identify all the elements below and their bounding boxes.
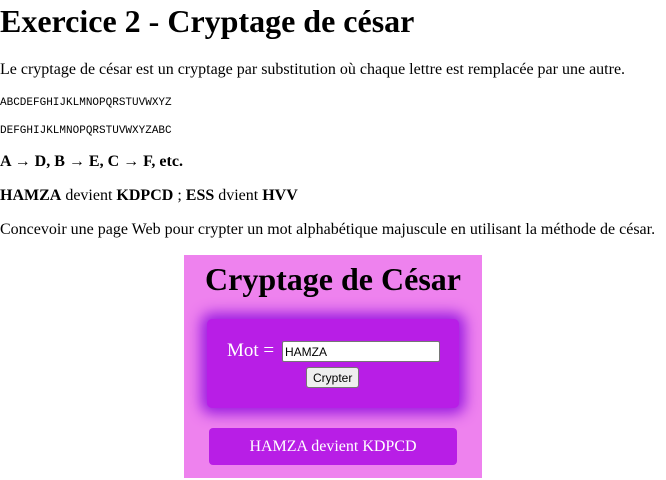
result-box: HAMZA devient KDPCD: [209, 428, 457, 465]
encrypt-button[interactable]: Crypter: [306, 367, 360, 388]
mapping-example: A → D, B → E, C → F, etc.: [0, 153, 183, 170]
cipher-form: Mot = Crypter: [207, 319, 459, 408]
word-label: Mot =: [227, 340, 275, 361]
example-separator: ;: [173, 187, 186, 204]
app-title: Cryptage de César: [205, 261, 461, 297]
instruction-paragraph: Concevoir une page Web pour crypter un m…: [0, 221, 656, 238]
exercise-page: Exercice 2 - Cryptage de césar Le crypta…: [0, 0, 666, 480]
page-title: Exercice 2 - Cryptage de césar: [0, 3, 415, 39]
example-text-1: devient: [61, 187, 117, 204]
example-line: HAMZA devient KDPCD ; ESS dvient HVV: [0, 186, 298, 205]
example-word-1: HAMZA: [0, 187, 62, 204]
alphabet-plain: ABCDEFGHIJKLMNOPQRSTUVWXYZ: [0, 97, 172, 109]
alphabet-shifted: DEFGHIJKLMNOPQRSTUVWXYZABC: [0, 125, 172, 137]
example-text-2: dvient: [214, 187, 263, 204]
word-input[interactable]: [282, 341, 440, 362]
cipher-app-card: Cryptage de César Mot = Crypter HAMZA de…: [184, 255, 482, 478]
example-word-2: ESS: [185, 187, 215, 204]
example-result-2: HVV: [262, 187, 298, 204]
intro-paragraph: Le cryptage de césar est un cryptage par…: [0, 61, 626, 78]
example-result-1: KDPCD: [116, 187, 174, 204]
